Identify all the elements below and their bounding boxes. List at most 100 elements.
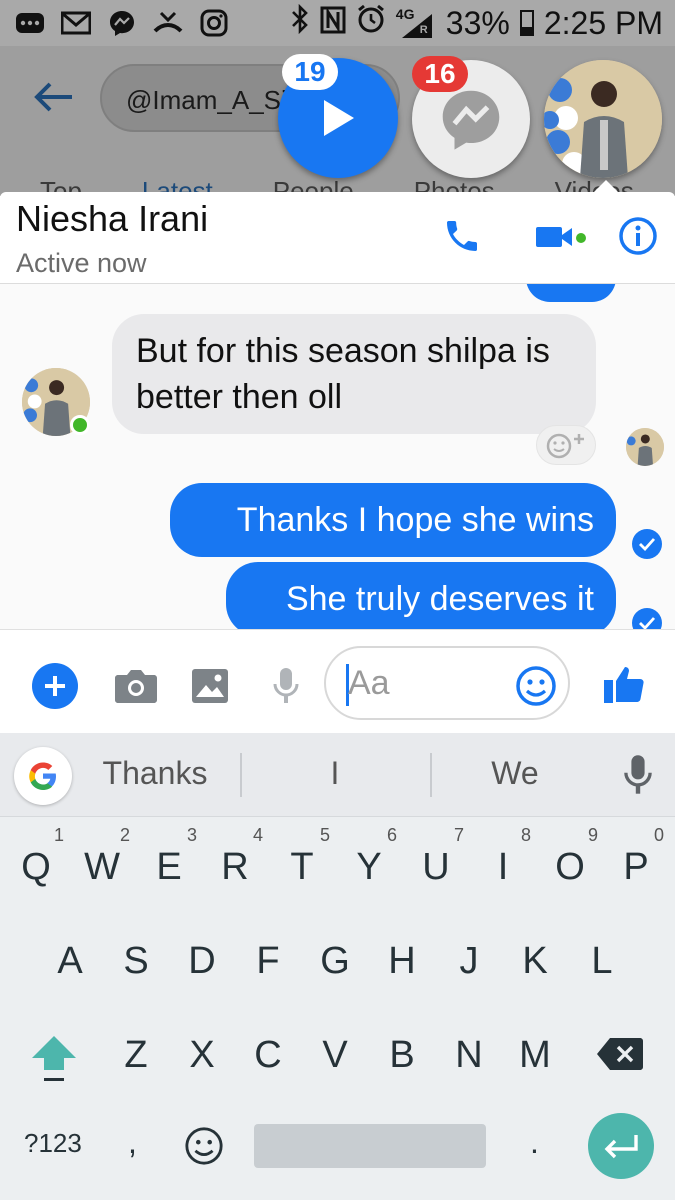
voice-call-button[interactable] bbox=[438, 212, 486, 260]
key-g[interactable]: G bbox=[307, 926, 363, 996]
contact-name[interactable]: Niesha Irani bbox=[16, 198, 208, 240]
key-v[interactable]: V bbox=[307, 1020, 363, 1090]
key-alt-label: 6 bbox=[386, 825, 397, 845]
background-search-text: @Imam_A_Si bbox=[126, 85, 287, 115]
keyboard-emoji-key[interactable] bbox=[184, 1126, 224, 1166]
key-i[interactable]: I8 bbox=[475, 826, 531, 902]
message-input-placeholder: Aa bbox=[348, 664, 390, 702]
conversation-info-button[interactable] bbox=[614, 212, 662, 260]
key-u[interactable]: U7 bbox=[408, 826, 464, 902]
key-t[interactable]: T5 bbox=[274, 826, 330, 902]
suggestion-item[interactable]: We bbox=[470, 755, 560, 792]
key-label: T bbox=[290, 846, 314, 888]
key-label: Q bbox=[21, 846, 51, 888]
previous-message-bubble[interactable] bbox=[526, 284, 616, 302]
key-b[interactable]: B bbox=[374, 1020, 430, 1090]
voice-input-button[interactable] bbox=[620, 753, 656, 797]
key-e[interactable]: E3 bbox=[141, 826, 197, 902]
add-reaction-button[interactable] bbox=[536, 425, 596, 465]
shift-arrow-icon bbox=[32, 1036, 76, 1081]
space-bar[interactable] bbox=[254, 1124, 486, 1168]
gallery-button[interactable] bbox=[186, 662, 234, 710]
video-available-dot bbox=[576, 233, 586, 243]
key-f[interactable]: F bbox=[240, 926, 296, 996]
key-q[interactable]: Q1 bbox=[8, 826, 64, 902]
chat-head-pointer bbox=[594, 180, 618, 192]
shift-key[interactable] bbox=[30, 1032, 78, 1086]
battery-icon bbox=[519, 10, 534, 36]
key-o[interactable]: O9 bbox=[542, 826, 598, 902]
conversation-header: Niesha Irani Active now bbox=[0, 192, 675, 284]
delivered-check-icon bbox=[632, 608, 662, 629]
key-label: U bbox=[422, 846, 450, 888]
status-bar: 4G R 33% 2:25 PM bbox=[0, 0, 675, 46]
avatar-photo bbox=[544, 60, 662, 178]
notification-icons bbox=[14, 8, 230, 38]
camera-button[interactable] bbox=[112, 662, 160, 710]
image-icon bbox=[192, 669, 228, 703]
key-l[interactable]: L bbox=[574, 926, 630, 996]
back-arrow-icon bbox=[34, 82, 74, 112]
key-label: W bbox=[84, 846, 120, 888]
signal-icon: 4G R bbox=[396, 6, 436, 40]
contact-chat-head[interactable] bbox=[544, 60, 662, 178]
key-alt-label: 3 bbox=[186, 825, 197, 845]
key-k[interactable]: K bbox=[507, 926, 563, 996]
more-actions-button[interactable] bbox=[32, 663, 78, 709]
active-status: Active now bbox=[16, 248, 147, 278]
outgoing-message[interactable]: Thanks I hope she wins bbox=[170, 483, 616, 557]
period-key[interactable]: . bbox=[530, 1124, 539, 1161]
key-s[interactable]: S bbox=[108, 926, 164, 996]
microphone-icon bbox=[273, 668, 299, 703]
emoji-button[interactable] bbox=[512, 662, 560, 710]
key-a[interactable]: A bbox=[42, 926, 98, 996]
key-label: I bbox=[497, 846, 509, 888]
like-button[interactable] bbox=[598, 658, 650, 710]
key-label: E bbox=[156, 846, 182, 888]
seen-receipt-avatar bbox=[626, 428, 664, 466]
phone-icon bbox=[447, 221, 477, 251]
clock: 2:25 PM bbox=[543, 4, 663, 41]
message-composer: Aa bbox=[0, 629, 675, 733]
google-search-button[interactable] bbox=[14, 747, 72, 805]
bluetooth-icon bbox=[290, 3, 310, 42]
smiley-icon bbox=[185, 1127, 223, 1165]
suggestion-divider bbox=[430, 753, 432, 797]
key-y[interactable]: Y6 bbox=[341, 826, 397, 902]
video-call-button[interactable] bbox=[530, 212, 578, 260]
key-alt-label: 9 bbox=[587, 825, 598, 845]
suggestion-bar: Thanks I We bbox=[0, 733, 675, 817]
key-n[interactable]: N bbox=[441, 1020, 497, 1090]
microphone-icon bbox=[624, 755, 652, 794]
key-h[interactable]: H bbox=[374, 926, 430, 996]
voice-message-button[interactable] bbox=[262, 662, 310, 710]
symbols-key[interactable]: ?123 bbox=[24, 1128, 82, 1159]
key-j[interactable]: J bbox=[441, 926, 497, 996]
key-r[interactable]: R4 bbox=[207, 826, 263, 902]
messenger-logo-icon bbox=[442, 90, 500, 150]
key-label: Y bbox=[356, 846, 382, 888]
suggestion-item[interactable]: I bbox=[310, 755, 360, 792]
key-m[interactable]: M bbox=[507, 1020, 563, 1090]
key-x[interactable]: X bbox=[174, 1020, 230, 1090]
thumbs-up-icon bbox=[604, 667, 644, 703]
more-icon bbox=[14, 8, 46, 38]
enter-key[interactable] bbox=[588, 1113, 654, 1179]
message-list[interactable]: But for this season shilpa is better the… bbox=[0, 284, 675, 629]
suggestion-item[interactable]: Thanks bbox=[90, 755, 220, 792]
outgoing-message[interactable]: She truly deserves it bbox=[226, 562, 616, 629]
avatar-photo bbox=[626, 428, 664, 466]
incoming-message[interactable]: But for this season shilpa is better the… bbox=[112, 314, 596, 434]
key-d[interactable]: D bbox=[174, 926, 230, 996]
comma-key[interactable]: , bbox=[128, 1124, 137, 1161]
key-c[interactable]: C bbox=[240, 1020, 296, 1090]
backspace-key[interactable] bbox=[596, 1036, 644, 1072]
messenger-icon bbox=[106, 8, 138, 38]
key-alt-label: 8 bbox=[520, 825, 531, 845]
camera-icon bbox=[115, 670, 157, 703]
key-z[interactable]: Z bbox=[108, 1020, 164, 1090]
key-p[interactable]: P0 bbox=[608, 826, 664, 902]
backspace-icon bbox=[597, 1038, 643, 1070]
key-alt-label: 1 bbox=[53, 825, 64, 845]
key-w[interactable]: W2 bbox=[74, 826, 130, 902]
